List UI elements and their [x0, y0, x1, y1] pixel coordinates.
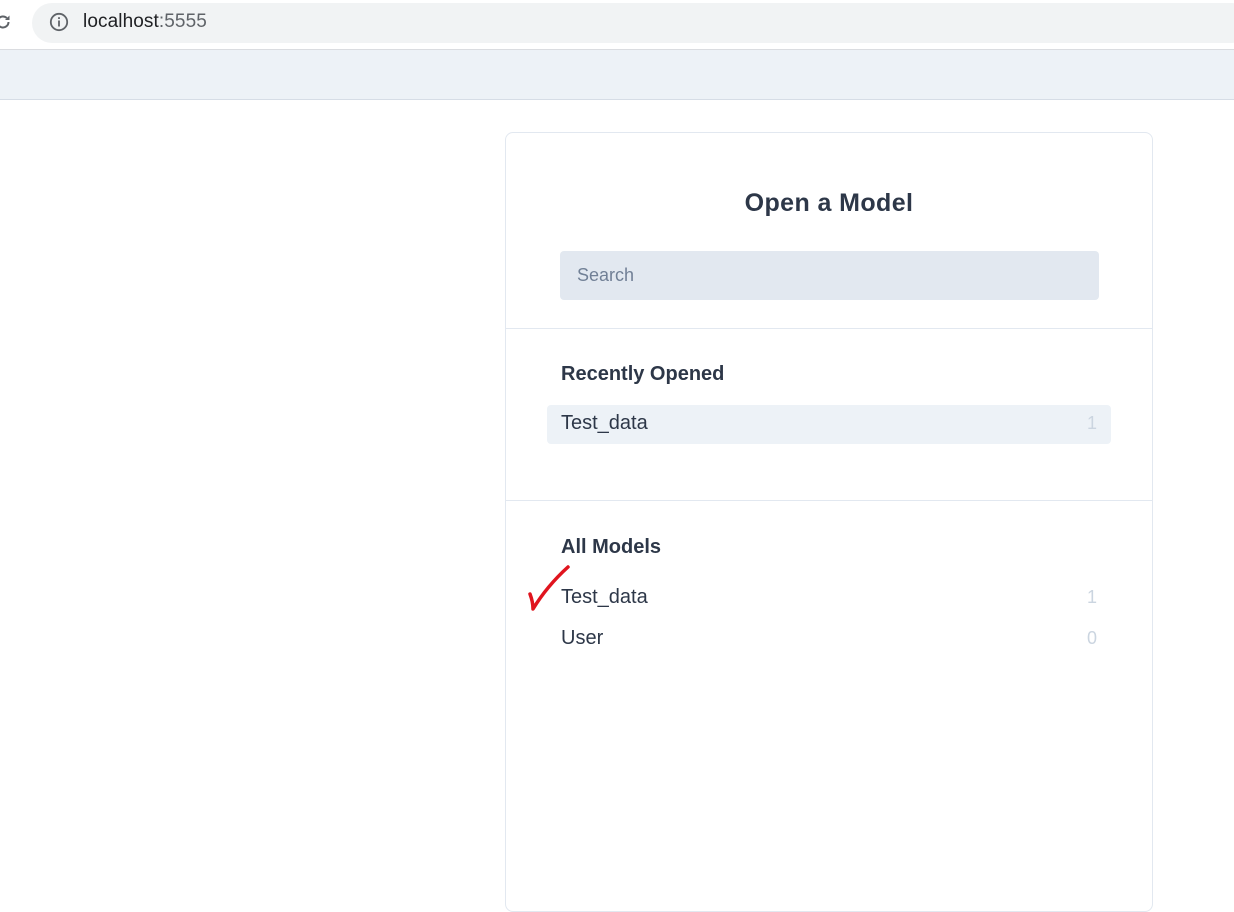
address-bar[interactable]	[32, 3, 1234, 43]
url-text[interactable]: localhost:5555	[83, 11, 207, 33]
reload-icon[interactable]	[0, 13, 12, 31]
model-name: User	[561, 627, 604, 649]
open-model-panel: Open a Model Recently Opened Test_data 1…	[505, 132, 1153, 912]
recently-opened-heading: Recently Opened	[561, 363, 725, 385]
divider	[506, 500, 1152, 501]
browser-toolbar: localhost:5555	[0, 0, 1234, 50]
checkmark-icon	[528, 565, 570, 611]
divider	[506, 328, 1152, 329]
model-count: 1	[1086, 413, 1097, 433]
info-icon[interactable]	[49, 12, 69, 32]
model-count: 1	[1086, 587, 1097, 607]
model-name: Test_data	[561, 586, 648, 608]
app-header	[0, 50, 1234, 100]
model-count: 0	[1086, 628, 1097, 648]
url-host: localhost	[83, 11, 159, 32]
model-item-user[interactable]: User 0	[547, 620, 1111, 659]
panel-title: Open a Model	[744, 189, 914, 217]
search-input[interactable]	[560, 251, 1099, 300]
url-port: :5555	[158, 11, 207, 32]
model-item-test-data[interactable]: Test_data 1	[547, 579, 1111, 618]
model-name: Test_data	[561, 412, 648, 434]
all-models-heading: All Models	[561, 536, 662, 558]
recent-model-item[interactable]: Test_data 1	[547, 405, 1111, 444]
